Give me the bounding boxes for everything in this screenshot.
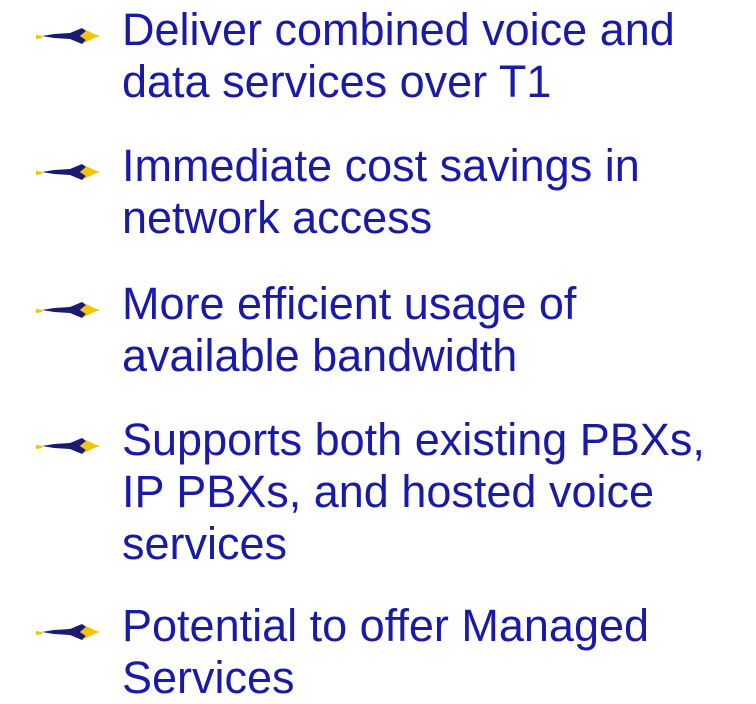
arrow-pointer-icon — [36, 164, 100, 180]
arrow-pointer-icon — [36, 28, 100, 44]
bullet-text: Deliver combined voice and data services… — [122, 4, 675, 107]
slide: Deliver combined voice and data services… — [0, 0, 756, 704]
bullet-text: Immediate cost savings in network access — [122, 140, 640, 243]
bullet-text: Potential to offer Managed Services — [122, 600, 650, 703]
arrow-pointer-icon — [36, 438, 100, 454]
bullet-text: More efficient usage of available bandwi… — [122, 278, 577, 381]
arrow-pointer-icon — [36, 302, 100, 318]
bullet-text: Supports both existing PBXs, IP PBXs, an… — [122, 414, 705, 569]
arrow-pointer-icon — [36, 624, 100, 640]
